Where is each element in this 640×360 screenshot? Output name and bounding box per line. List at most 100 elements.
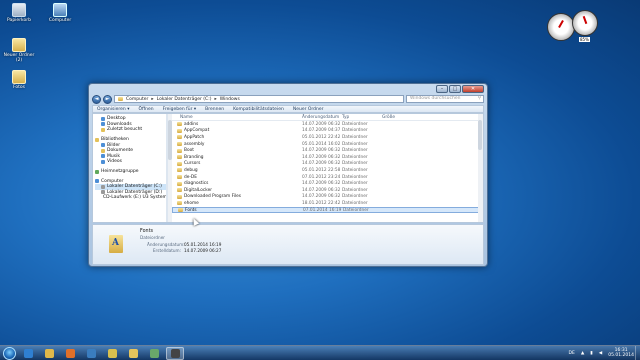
explorer-window[interactable]: – □ ✕ ◄ ► Computer ▸ Lokaler Datenträger… bbox=[88, 83, 488, 267]
desktop-icon-recycle-bin[interactable]: Papierkorb bbox=[2, 3, 36, 23]
music-icon bbox=[101, 154, 105, 159]
clock[interactable]: 16:31 05.01.2014 bbox=[608, 348, 634, 358]
desktop-icon-label: Papierkorb bbox=[7, 18, 31, 23]
desktop-icon-fotos[interactable]: Fotos bbox=[2, 70, 36, 90]
file-name: ehome bbox=[184, 200, 199, 206]
downloads-icon bbox=[101, 122, 105, 127]
file-row[interactable]: DigitalLocker 14.07.2009 06:32 Dateiordner bbox=[172, 187, 483, 194]
maximize-button[interactable]: □ bbox=[449, 85, 461, 93]
burn-button[interactable]: Brennen bbox=[205, 107, 224, 112]
volume-icon[interactable]: ◀ bbox=[599, 351, 602, 356]
breadcrumb-computer[interactable]: Computer bbox=[126, 97, 148, 102]
file-row[interactable]: assembly 05.01.2014 16:02 Dateiordner bbox=[172, 141, 483, 148]
file-date: 07.01.2012 23:24 bbox=[302, 174, 341, 180]
show-desktop-button[interactable] bbox=[635, 346, 640, 360]
file-type: Dateiordner bbox=[342, 161, 368, 167]
file-type: Dateiordner bbox=[342, 174, 368, 180]
file-list: Name Änderungsdatum Typ Größe addins 14.0… bbox=[172, 114, 483, 222]
close-button[interactable]: ✕ bbox=[462, 85, 484, 93]
file-name-cell: Fonts bbox=[173, 208, 303, 213]
network-icon[interactable]: ▮ bbox=[590, 351, 592, 356]
desktop-icon-label: Neuer Ordner (2) bbox=[3, 53, 35, 63]
nav-item-label: Videos bbox=[107, 159, 122, 165]
nav-item-label: Bilder bbox=[107, 142, 121, 148]
file-row[interactable]: addins 14.07.2009 06:32 Dateiordner bbox=[172, 121, 483, 128]
file-date: 14.07.2009 06:32 bbox=[302, 187, 341, 193]
file-name-cell: debug bbox=[172, 168, 302, 173]
start-button[interactable] bbox=[3, 346, 16, 360]
file-row[interactable]: AppPatch 05.01.2012 22:42 Dateiordner bbox=[172, 134, 483, 141]
file-row[interactable]: Downloaded Program Files 14.07.2009 06:32… bbox=[172, 194, 483, 201]
firefox-icon bbox=[65, 348, 75, 358]
recycle-bin-icon bbox=[12, 3, 26, 17]
media-icon bbox=[107, 348, 117, 358]
column-date[interactable]: Änderungsdatum bbox=[302, 115, 342, 120]
file-name: Branding bbox=[184, 154, 204, 160]
desktop-icon-computer[interactable]: Computer bbox=[43, 3, 77, 23]
details-name: Fonts bbox=[140, 229, 153, 234]
file-date: 05.01.2014 16:02 bbox=[302, 141, 341, 147]
file-date: 14.07.2009 06:32 bbox=[302, 121, 341, 127]
file-row[interactable]: diagnostics 14.07.2009 06:32 Dateiordner bbox=[172, 180, 483, 187]
file-name: Fonts bbox=[185, 207, 197, 213]
back-button[interactable]: ◄ bbox=[92, 94, 101, 104]
breadcrumb-windows[interactable]: Windows bbox=[220, 97, 240, 102]
file-row[interactable]: AppCompat 14.07.2009 04:37 Dateiordner bbox=[172, 128, 483, 135]
address-bar[interactable]: Computer ▸ Lokaler Datenträger (C:) ▸ Wi… bbox=[114, 95, 404, 103]
taskbar-button[interactable] bbox=[40, 347, 58, 360]
column-size[interactable]: Größe bbox=[382, 115, 422, 120]
new-folder-button[interactable]: Neuer Ordner bbox=[293, 107, 324, 112]
nav-item-drive-e[interactable]: CD-Laufwerk (E:) U3 System bbox=[95, 195, 166, 201]
forward-button[interactable]: ► bbox=[103, 94, 112, 104]
details-type: Dateiordner bbox=[140, 235, 165, 240]
file-date: 14.07.2009 06:32 bbox=[302, 161, 341, 167]
open-button[interactable]: Öffnen bbox=[138, 107, 153, 112]
file-name: Downloaded Program Files bbox=[184, 194, 242, 200]
taskbar-button[interactable] bbox=[61, 347, 79, 360]
breadcrumb-drive[interactable]: Lokaler Datenträger (C:) bbox=[157, 97, 212, 102]
minimize-button[interactable]: – bbox=[436, 85, 448, 93]
nav-item-label: Lokaler Datenträger (C:) bbox=[107, 184, 162, 190]
file-date: 14.07.2009 04:37 bbox=[302, 128, 341, 134]
file-row[interactable]: Fonts 07.01.2014 16:19 Dateiordner bbox=[172, 206, 483, 214]
file-name: de-DE bbox=[184, 174, 197, 180]
file-list-scrollbar[interactable] bbox=[478, 114, 483, 222]
column-name[interactable]: Name bbox=[172, 115, 302, 120]
taskbar-button[interactable] bbox=[82, 347, 100, 360]
details-modified-value: 05.01.2014 16:19 bbox=[184, 242, 222, 247]
file-row[interactable]: Cursors 14.07.2009 06:32 Dateiordner bbox=[172, 161, 483, 168]
scrollbar-thumb[interactable] bbox=[478, 120, 482, 150]
taskbar-button[interactable] bbox=[166, 346, 184, 360]
taskbar-button[interactable] bbox=[145, 347, 163, 360]
file-row[interactable]: ehome 18.01.2012 22:42 Dateiordner bbox=[172, 200, 483, 207]
details-created-label: Erstelldatum: bbox=[152, 248, 181, 253]
desktop-icon-new-folder[interactable]: Neuer Ordner (2) bbox=[2, 38, 36, 63]
file-row[interactable]: de-DE 07.01.2012 23:24 Dateiordner bbox=[172, 174, 483, 181]
nav-item-label: Bibliotheken bbox=[101, 137, 129, 143]
memory-readout: 85% bbox=[579, 37, 590, 42]
organize-button[interactable]: Organisieren ▾ bbox=[97, 107, 129, 112]
folder-icon bbox=[177, 201, 182, 206]
taskbar-button[interactable] bbox=[124, 347, 142, 360]
folder-icon bbox=[177, 148, 182, 153]
cpu-meter-gadget[interactable]: 85% bbox=[545, 10, 605, 50]
tray-arrow-icon[interactable]: ▲ bbox=[581, 351, 584, 356]
details-modified-label: Änderungsdatum: bbox=[147, 242, 185, 247]
media-player-icon bbox=[86, 348, 96, 358]
taskbar-button[interactable] bbox=[19, 347, 37, 360]
column-type[interactable]: Typ bbox=[342, 115, 382, 120]
file-name-cell: AppCompat bbox=[172, 128, 302, 133]
file-type: Dateiordner bbox=[342, 148, 368, 154]
compat-files-button[interactable]: Kompatibilitätsdateien bbox=[233, 107, 284, 112]
share-button[interactable]: Freigeben für ▾ bbox=[163, 107, 197, 112]
language-indicator[interactable]: DE bbox=[569, 351, 575, 356]
search-input[interactable]: Windows durchsuchen ⚲ bbox=[406, 95, 484, 103]
file-name-cell: ehome bbox=[172, 201, 302, 206]
file-row[interactable]: debug 05.01.2012 22:58 Dateiordner bbox=[172, 167, 483, 174]
file-row[interactable]: Branding 14.07.2009 06:32 Dateiordner bbox=[172, 154, 483, 161]
folder-icon bbox=[177, 194, 182, 199]
desktop-icon-label: Fotos bbox=[12, 85, 26, 90]
taskbar-button[interactable] bbox=[103, 347, 121, 360]
system-tray: DE ▲ ▮ ◀ 16:31 05.01.2014 bbox=[569, 348, 635, 358]
file-row[interactable]: Boot 14.07.2009 06:32 Dateiordner bbox=[172, 147, 483, 154]
